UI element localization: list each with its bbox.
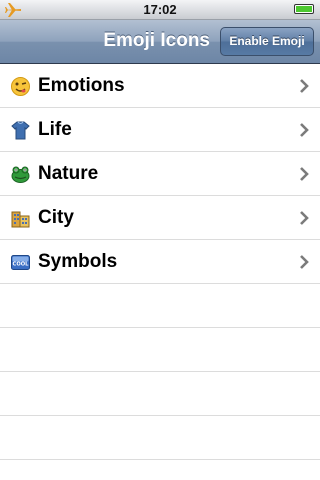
frog-emoji-icon bbox=[11, 166, 30, 183]
list-item-label: City bbox=[38, 207, 74, 228]
list-item-label: Emotions bbox=[38, 75, 125, 96]
chevron-right-icon bbox=[300, 211, 309, 225]
status-time: 17:02 bbox=[143, 2, 177, 17]
winking-face-emoji-icon bbox=[11, 77, 30, 96]
battery-icon bbox=[294, 4, 314, 14]
shirt-emoji-icon bbox=[11, 121, 30, 140]
status-bar: 17:02 bbox=[0, 0, 320, 20]
empty-row bbox=[0, 416, 320, 460]
list-item-city[interactable]: City bbox=[0, 196, 320, 240]
chevron-right-icon bbox=[300, 255, 309, 269]
navigation-bar: Emoji Icons Enable Emoji bbox=[0, 20, 320, 64]
chevron-right-icon bbox=[300, 79, 309, 93]
empty-row bbox=[0, 328, 320, 372]
empty-row bbox=[0, 372, 320, 416]
list-item-symbols[interactable]: COOL Symbols bbox=[0, 240, 320, 284]
list-item-label: Nature bbox=[38, 163, 99, 184]
empty-row bbox=[0, 284, 320, 328]
enable-emoji-button[interactable]: Enable Emoji bbox=[220, 27, 314, 56]
category-list: Emotions Life Nature City COOL Symbols bbox=[0, 64, 320, 460]
svg-text:COOL: COOL bbox=[13, 262, 30, 268]
list-item-nature[interactable]: Nature bbox=[0, 152, 320, 196]
list-item-label: Symbols bbox=[38, 251, 118, 272]
cool-sign-emoji-icon: COOL bbox=[11, 255, 30, 270]
list-item-emotions[interactable]: Emotions bbox=[0, 64, 320, 108]
list-item-label: Life bbox=[38, 119, 72, 140]
chevron-right-icon bbox=[300, 123, 309, 137]
buildings-emoji-icon bbox=[11, 211, 30, 228]
list-item-life[interactable]: Life bbox=[0, 108, 320, 152]
page-title: Emoji Icons bbox=[103, 30, 210, 51]
chevron-right-icon bbox=[300, 167, 309, 181]
